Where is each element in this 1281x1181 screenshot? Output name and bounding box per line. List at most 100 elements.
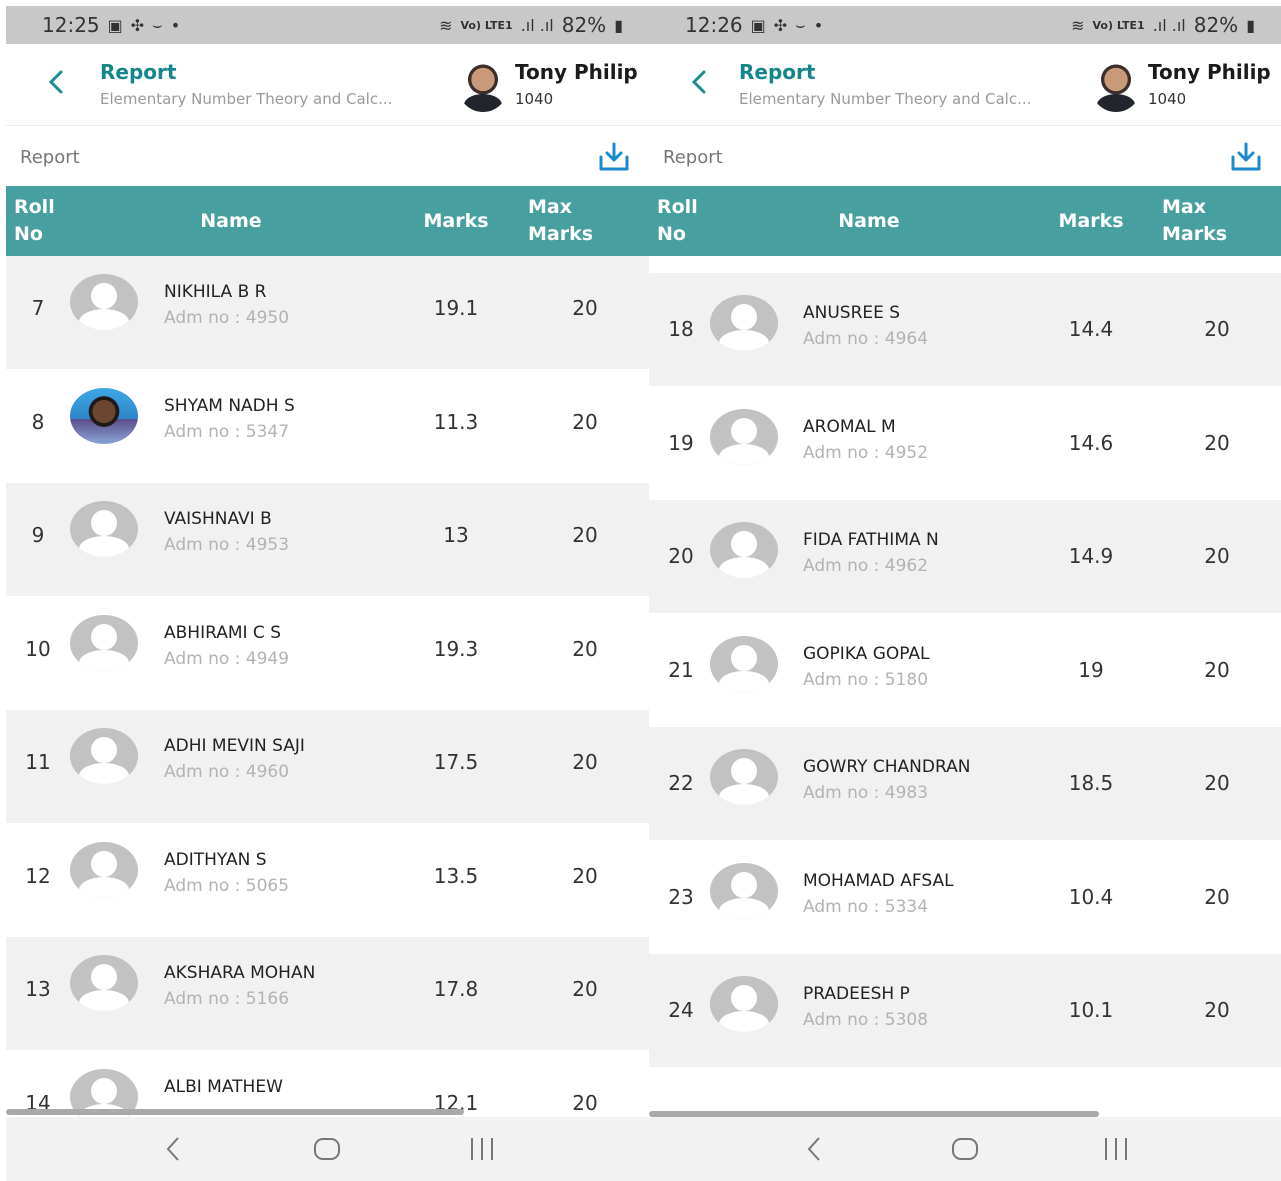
nav-home-button[interactable] — [935, 1129, 995, 1169]
marks-value: 19.3 — [433, 636, 479, 661]
student-row[interactable]: 8 SHYAM NADH S Adm no : 5347 11.3 20 — [6, 370, 649, 483]
student-name: ALBI MATHEW — [164, 1076, 283, 1097]
default-avatar-icon — [70, 728, 138, 784]
status-time: 12:26 — [685, 13, 743, 37]
marks-value: 17.5 — [433, 750, 479, 774]
nav-back-icon — [166, 1137, 179, 1161]
max-marks-value: 20 — [572, 409, 598, 434]
nav-home-button[interactable] — [297, 1129, 357, 1169]
student-name: FIDA FATHIMA N — [803, 530, 939, 550]
nav-recents-button[interactable] — [1086, 1129, 1146, 1169]
student-list[interactable]: 7 NIKHILA B R Adm no : 4950 19.1 20 8 SHYAM NA… — [6, 256, 649, 1117]
nav-back-button[interactable] — [143, 1129, 203, 1169]
student-row[interactable]: 13 AKSHARA MOHAN Adm no : 5166 17.8 20 — [6, 937, 649, 1050]
nav-recents-icon — [470, 1138, 493, 1160]
student-name: PRADEESH P — [803, 984, 910, 1004]
admission-number: Adm no : 5347 — [164, 421, 290, 442]
course-subtitle: Elementary Number Theory and Calc... — [739, 90, 1032, 108]
roll-number: 8 — [31, 409, 45, 434]
nav-recents-button[interactable] — [452, 1129, 512, 1169]
student-row[interactable]: 23 MOHAMAD AFSAL Adm no : 5334 10.4 20 — [649, 841, 1281, 954]
student-row[interactable]: 11 ADHI MEVIN SAJI Adm no : 4960 17.5 20 — [6, 710, 649, 823]
nav-back-icon — [807, 1137, 821, 1161]
student-photo — [70, 387, 138, 444]
column-max-marks: Max Marks — [528, 196, 594, 245]
max-marks-value: 20 — [572, 977, 598, 1001]
network-label: Vo) LTE1 — [1092, 18, 1145, 32]
roll-number: 24 — [668, 998, 694, 1022]
student-name: ADITHYAN S — [164, 849, 267, 870]
default-avatar-icon — [710, 976, 778, 1032]
pinwheel-icon: ✣ — [773, 15, 788, 35]
page-title: Report — [739, 60, 816, 84]
student-name: ADHI MEVIN SAJI — [164, 736, 305, 756]
status-bar: 12:25 ▣ ✣ ⌣ • ≋ Vo) LTE1 .ıl .ıl 82% ▮ — [6, 6, 649, 44]
back-button[interactable] — [681, 64, 717, 100]
student-row[interactable]: 24 PRADEESH P Adm no : 5308 10.1 20 — [649, 954, 1281, 1067]
report-bar: Report — [649, 128, 1281, 186]
default-avatar-icon — [70, 501, 138, 557]
student-row[interactable]: 20 FIDA FATHIMA N Adm no : 4962 14.9 20 — [649, 500, 1281, 613]
max-marks-value: 20 — [1204, 657, 1230, 682]
column-marks: Marks — [1058, 209, 1124, 232]
course-subtitle: Elementary Number Theory and Calc... — [100, 90, 393, 108]
student-list[interactable]: 18 ANUSREE S Adm no : 4964 14.4 20 19 AROMAL M… — [649, 256, 1281, 1117]
admission-number: Adm no : 4983 — [803, 783, 929, 803]
student-name: AROMAL M — [803, 416, 896, 437]
student-row[interactable]: 19 AROMAL M Adm no : 4952 14.6 20 — [649, 387, 1281, 500]
student-row[interactable]: 9 VAISHNAVI B Adm no : 4953 13 20 — [6, 483, 649, 596]
student-name: NIKHILA B R — [164, 282, 267, 302]
user-id: 1040 — [1148, 90, 1187, 108]
marks-value: 13.5 — [433, 863, 479, 888]
student-name: MOHAMAD AFSAL — [803, 870, 954, 891]
download-button[interactable] — [1229, 140, 1263, 174]
signal-icon: .ıl .ıl — [1152, 15, 1186, 35]
student-row[interactable]: 14 ALBI MATHEW 12.1 20 — [6, 1051, 649, 1117]
student-row[interactable]: 10 ABHIRAMI C S Adm no : 4949 19.3 20 — [6, 597, 649, 710]
download-icon — [1231, 142, 1261, 171]
dot-icon: • — [813, 15, 824, 35]
user-avatar[interactable] — [1091, 62, 1141, 112]
download-button[interactable] — [597, 140, 631, 174]
student-name: SHYAM NADH S — [164, 395, 295, 416]
download-icon — [599, 142, 629, 171]
default-avatar-icon — [710, 635, 778, 692]
marks-value: 19.1 — [433, 296, 479, 320]
student-row[interactable] — [649, 1068, 1281, 1118]
signal-icon: .ıl .ıl — [520, 15, 554, 35]
max-marks-value: 20 — [572, 523, 598, 547]
back-button[interactable] — [38, 64, 74, 100]
nav-back-button[interactable] — [784, 1129, 844, 1169]
student-name: ANUSREE S — [803, 303, 901, 323]
student-name: AKSHARA MOHAN — [164, 963, 316, 983]
student-row[interactable]: 7 NIKHILA B R Adm no : 4950 19.1 20 — [6, 256, 649, 369]
max-marks-value: 20 — [572, 296, 598, 320]
marks-value: 17.8 — [433, 977, 479, 1001]
student-row[interactable]: 21 GOPIKA GOPAL Adm no : 5180 19 20 — [649, 614, 1281, 727]
roll-number: 11 — [25, 750, 51, 774]
student-row[interactable]: 18 ANUSREE S Adm no : 4964 14.4 20 — [649, 273, 1281, 386]
max-marks-value: 20 — [572, 1090, 598, 1115]
student-name: GOWRY CHANDRAN — [803, 757, 971, 777]
battery-icon: ▮ — [1246, 15, 1255, 35]
default-avatar-icon — [710, 295, 778, 351]
max-marks-value: 20 — [1204, 430, 1230, 455]
roll-number: 13 — [25, 977, 51, 1001]
user-avatar[interactable] — [458, 62, 508, 112]
default-avatar-icon — [70, 841, 138, 898]
status-bar: 12:26 ▣ ✣ ⌣ • ≋ Vo) LTE1 .ıl .ıl 82% ▮ — [649, 6, 1281, 44]
admission-number: Adm no : 5065 — [164, 875, 290, 896]
max-marks-value: 20 — [572, 863, 598, 888]
roll-number: 10 — [25, 636, 51, 661]
app-header: Report Elementary Number Theory and Calc… — [649, 44, 1281, 126]
wifi-icon: ≋ — [439, 15, 453, 35]
max-marks-value: 20 — [1204, 317, 1230, 341]
marks-value: 10.4 — [1068, 884, 1114, 909]
scroll-indicator — [6, 1109, 464, 1115]
network-label: Vo) LTE1 — [460, 18, 513, 32]
roll-number: 9 — [31, 523, 45, 547]
admission-number: Adm no : 5166 — [164, 989, 290, 1009]
student-row[interactable]: 22 GOWRY CHANDRAN Adm no : 4983 18.5 20 — [649, 727, 1281, 840]
gallery-icon: ▣ — [107, 15, 123, 35]
student-row[interactable]: 12 ADITHYAN S Adm no : 5065 13.5 20 — [6, 824, 649, 937]
